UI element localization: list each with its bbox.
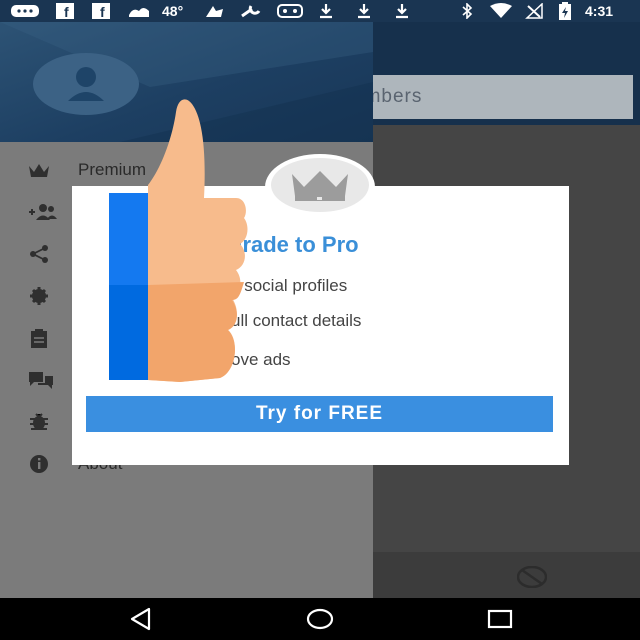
- home-icon[interactable]: [305, 606, 335, 632]
- block-icon[interactable]: [516, 565, 548, 589]
- wrench-icon: [238, 3, 264, 19]
- wifi-icon: [488, 3, 514, 19]
- app-icon: [202, 3, 226, 19]
- feature-item: k social profiles: [231, 276, 348, 295]
- chat-icon: [28, 370, 53, 390]
- svg-text:f: f: [64, 4, 69, 19]
- drawer-item-label: Premium: [78, 160, 147, 179]
- chat-icon: [8, 3, 42, 19]
- back-icon[interactable]: [127, 606, 157, 632]
- try-for-free-button[interactable]: Try for FREE: [86, 396, 553, 432]
- dialog-title: grade to Pro: [229, 232, 359, 257]
- crown-icon: [28, 160, 50, 180]
- avatar[interactable]: [33, 53, 139, 115]
- feature-item: ove ads: [231, 350, 291, 369]
- recents-icon[interactable]: [485, 606, 515, 632]
- download-icon: [316, 3, 336, 19]
- share-icon: [28, 244, 50, 264]
- clipboard-icon: [28, 328, 50, 348]
- info-icon: [28, 454, 50, 474]
- gamepad-icon: [276, 3, 304, 19]
- svg-text:f: f: [100, 4, 105, 19]
- settings-icon: [28, 286, 50, 306]
- battery-icon: [557, 2, 573, 20]
- search-input[interactable]: umbers: [353, 75, 633, 119]
- app-bottom-bar: [373, 552, 640, 598]
- bluetooth-icon: [459, 3, 475, 19]
- no-signal-icon: [524, 3, 544, 19]
- bug-icon: [28, 412, 50, 432]
- download-icon: [354, 3, 374, 19]
- temperature-label: 48°: [162, 3, 184, 19]
- status-bar: f f 48° 4:31: [0, 0, 640, 22]
- facebook-icon: f: [55, 3, 75, 19]
- clock: 4:31: [585, 3, 614, 19]
- weather-icon: [126, 3, 152, 19]
- download-icon: [392, 3, 412, 19]
- facebook-icon: f: [91, 3, 111, 19]
- add-friend-icon: [28, 202, 57, 222]
- feature-item: ull contact details: [231, 311, 362, 330]
- crown-icon: [271, 158, 369, 212]
